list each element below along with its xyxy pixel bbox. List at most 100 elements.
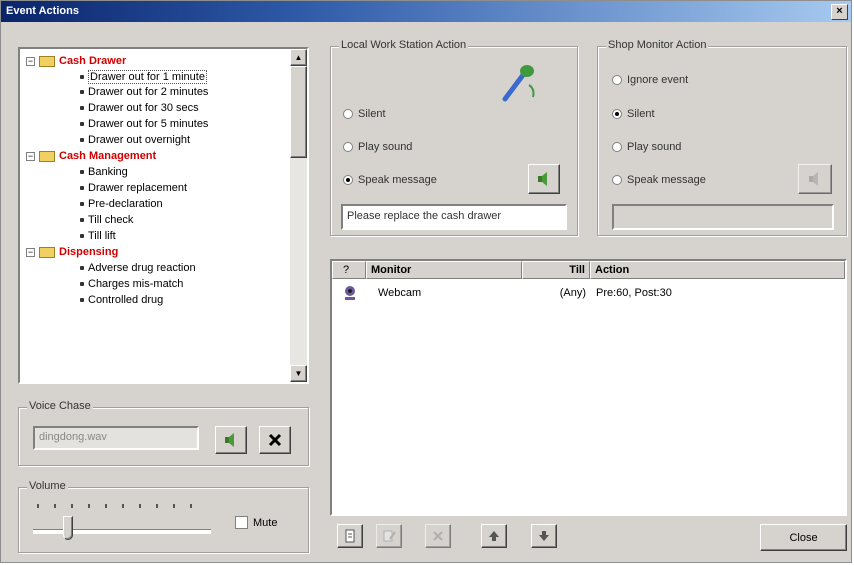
speaker-icon bbox=[225, 433, 234, 447]
move-up-button[interactable] bbox=[481, 524, 507, 548]
delete-icon bbox=[268, 433, 282, 447]
column-header-action[interactable]: Action bbox=[590, 261, 845, 279]
shop-radio-play-sound[interactable]: Play sound bbox=[612, 141, 681, 153]
volume-group: Volume Mute bbox=[18, 480, 309, 553]
column-header-till[interactable]: Till bbox=[522, 261, 590, 279]
radio-circle[interactable] bbox=[612, 75, 622, 85]
microphone-icon bbox=[502, 65, 535, 102]
edit-monitor-button[interactable] bbox=[376, 524, 402, 548]
shop-radio-ignore-event[interactable]: Ignore event bbox=[612, 74, 688, 86]
tree-item[interactable]: Drawer out for 30 secs bbox=[80, 102, 199, 114]
tree-item[interactable]: Controlled drug bbox=[80, 294, 163, 306]
bullet-icon bbox=[80, 218, 84, 222]
monitor-table[interactable]: ? Monitor Till Action Webcam (Any) Pre:6… bbox=[330, 259, 847, 516]
local-message-input[interactable]: Please replace the cash drawer bbox=[341, 204, 567, 230]
speaker-icon bbox=[538, 172, 547, 186]
bullet-icon bbox=[80, 266, 84, 270]
tree-scrollbar[interactable]: ▲ ▼ bbox=[290, 49, 307, 382]
shop-action-label: Shop Monitor Action bbox=[606, 39, 709, 51]
folder-icon bbox=[39, 150, 55, 162]
speaker-icon bbox=[809, 172, 818, 186]
radio-circle[interactable] bbox=[343, 109, 353, 119]
radio-circle[interactable] bbox=[343, 142, 353, 152]
tree-category-cash-management[interactable]: − Cash Management bbox=[26, 150, 156, 162]
shop-speak-button[interactable] bbox=[798, 164, 832, 194]
shop-message-input[interactable] bbox=[612, 204, 834, 230]
folder-icon bbox=[39, 246, 55, 258]
collapse-icon[interactable]: − bbox=[26, 56, 35, 66]
new-document-icon bbox=[345, 529, 355, 543]
shop-action-group: Shop Monitor Action Ignore event Silent … bbox=[597, 39, 847, 236]
tree-item[interactable]: Adverse drug reaction bbox=[80, 262, 196, 274]
collapse-icon[interactable]: − bbox=[26, 151, 35, 161]
delete-icon bbox=[433, 531, 443, 541]
webcam-icon bbox=[345, 286, 355, 300]
radio-circle[interactable] bbox=[612, 142, 622, 152]
shop-radio-silent[interactable]: Silent bbox=[612, 108, 655, 120]
voice-file-field[interactable]: dingdong.wav bbox=[33, 426, 199, 450]
tree-item[interactable]: Drawer out for 1 minute bbox=[80, 70, 207, 84]
volume-slider[interactable] bbox=[29, 498, 219, 544]
tree-item[interactable]: Drawer out for 5 minutes bbox=[80, 118, 208, 130]
tree-category-cash-drawer[interactable]: − Cash Drawer bbox=[26, 55, 126, 67]
bullet-icon bbox=[80, 186, 84, 190]
row-action: Pre:60, Post:30 bbox=[596, 287, 672, 299]
close-window-button[interactable]: × bbox=[831, 4, 848, 20]
bullet-icon bbox=[80, 75, 84, 79]
new-monitor-button[interactable] bbox=[337, 524, 363, 548]
radio-circle[interactable] bbox=[343, 175, 353, 185]
move-down-button[interactable] bbox=[531, 524, 557, 548]
bullet-icon bbox=[80, 282, 84, 286]
mute-checkbox[interactable]: Mute bbox=[235, 516, 277, 529]
bullet-icon bbox=[80, 106, 84, 110]
local-radio-play-sound[interactable]: Play sound bbox=[343, 141, 412, 153]
close-button[interactable]: Close bbox=[760, 524, 847, 551]
radio-circle[interactable] bbox=[612, 175, 622, 185]
window-title: Event Actions bbox=[6, 5, 79, 17]
play-voice-button[interactable] bbox=[215, 426, 247, 454]
event-actions-window: Event Actions × − Cash Drawer Drawer out… bbox=[0, 0, 852, 563]
tree-item[interactable]: Drawer replacement bbox=[80, 182, 187, 194]
slider-track bbox=[33, 529, 211, 534]
arrow-up-icon bbox=[489, 531, 499, 541]
tree-item[interactable]: Banking bbox=[80, 166, 128, 178]
bullet-icon bbox=[80, 298, 84, 302]
event-tree[interactable]: − Cash Drawer Drawer out for 1 minute Dr… bbox=[18, 47, 309, 384]
shop-radio-speak-message[interactable]: Speak message bbox=[612, 174, 706, 186]
edit-document-icon bbox=[383, 530, 396, 542]
radio-circle[interactable] bbox=[612, 109, 622, 119]
title-bar: Event Actions × bbox=[1, 1, 851, 22]
column-header-monitor[interactable]: Monitor bbox=[366, 261, 522, 279]
local-radio-speak-message[interactable]: Speak message bbox=[343, 174, 437, 186]
delete-monitor-button[interactable] bbox=[425, 524, 451, 548]
bullet-icon bbox=[80, 122, 84, 126]
tree-item[interactable]: Drawer out for 2 minutes bbox=[80, 86, 208, 98]
table-row[interactable]: Webcam (Any) Pre:60, Post:30 bbox=[332, 285, 845, 303]
volume-label: Volume bbox=[27, 480, 68, 492]
voice-chase-group: Voice Chase dingdong.wav bbox=[18, 400, 309, 466]
slider-thumb[interactable] bbox=[63, 516, 73, 540]
bullet-icon bbox=[80, 170, 84, 174]
bullet-icon bbox=[80, 202, 84, 206]
column-header-icon[interactable]: ? bbox=[332, 261, 366, 279]
tree-category-dispensing[interactable]: − Dispensing bbox=[26, 246, 118, 258]
tree-item[interactable]: Pre-declaration bbox=[80, 198, 163, 210]
tree-item[interactable]: Drawer out overnight bbox=[80, 134, 190, 146]
clear-voice-button[interactable] bbox=[259, 426, 291, 454]
tree-item[interactable]: Charges mis-match bbox=[80, 278, 183, 290]
local-radio-silent[interactable]: Silent bbox=[343, 108, 386, 120]
row-monitor: Webcam bbox=[378, 287, 422, 299]
scroll-thumb[interactable] bbox=[290, 66, 307, 158]
bullet-icon bbox=[80, 138, 84, 142]
local-speak-button[interactable] bbox=[528, 164, 560, 194]
scroll-up-button[interactable]: ▲ bbox=[290, 49, 307, 66]
scroll-down-button[interactable]: ▼ bbox=[290, 365, 307, 382]
arrow-down-icon bbox=[539, 531, 549, 541]
bullet-icon bbox=[80, 90, 84, 94]
collapse-icon[interactable]: − bbox=[26, 247, 35, 257]
tree-item[interactable]: Till lift bbox=[80, 230, 116, 242]
folder-icon bbox=[39, 55, 55, 67]
tree-item[interactable]: Till check bbox=[80, 214, 133, 226]
bullet-icon bbox=[80, 234, 84, 238]
checkbox-box[interactable] bbox=[235, 516, 248, 529]
